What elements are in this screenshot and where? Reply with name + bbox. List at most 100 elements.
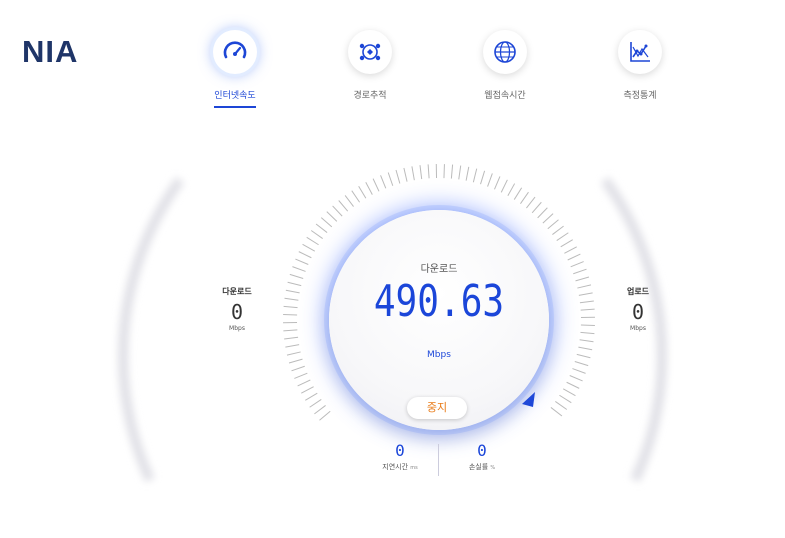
gauge-tick — [427, 164, 430, 179]
latency-unit: ms — [410, 465, 418, 471]
loss-label: 손실률 — [468, 463, 489, 471]
gauge-tick — [520, 191, 529, 204]
gauge-tick — [332, 205, 343, 217]
download-title: 다운로드 — [222, 287, 252, 296]
gauge-tick — [298, 251, 312, 259]
gauge-tick — [288, 358, 303, 364]
gauge-tick — [289, 273, 304, 279]
gauge-tick — [507, 183, 516, 197]
gauge-tick — [578, 292, 593, 296]
gauge-tick — [472, 168, 478, 183]
gauge-tick — [577, 284, 592, 289]
gauge-tick — [314, 405, 326, 415]
gauge-tick — [380, 175, 387, 189]
loss-value: 0 — [477, 441, 487, 460]
gauge-tick — [576, 353, 591, 359]
gauge-tick — [465, 166, 470, 181]
upload-unit: Mbps — [630, 325, 646, 332]
gauge-tick — [542, 213, 554, 224]
gauge-tick — [315, 223, 328, 233]
gauge-tick — [575, 276, 590, 282]
gauge-tick — [572, 368, 586, 374]
gauge-tick — [292, 266, 306, 272]
gauge-tick — [569, 375, 583, 382]
gauge-tick — [556, 232, 569, 242]
gauge-tick — [283, 329, 298, 332]
speed-unit: Mbps — [427, 350, 451, 360]
download-value: 0 — [230, 300, 244, 324]
gauge-tick — [358, 186, 367, 199]
gauge-tick — [550, 407, 563, 417]
gauge-tick — [309, 398, 322, 408]
gauge-tick — [285, 289, 300, 294]
gauge-tick — [480, 170, 486, 185]
download-panel: 다운로드 0 Mbps — [207, 286, 267, 332]
gauge-tick — [450, 164, 454, 179]
latency-value: 0 — [395, 441, 405, 460]
gauge-tick — [411, 166, 415, 181]
gauge-tick — [395, 169, 401, 184]
gauge-tick — [285, 344, 300, 348]
gauge-tick — [403, 167, 408, 182]
gauge-tick — [338, 200, 349, 212]
upload-panel: 업로드 0 Mbps — [608, 286, 668, 332]
gauge-tick — [305, 392, 318, 401]
loss-stat: 0 손실률 % — [447, 442, 517, 472]
gauge-label: 다운로드 — [420, 264, 458, 275]
gauge-tick — [320, 217, 333, 228]
gauge-tick — [579, 339, 594, 343]
gauge-tick — [319, 410, 331, 421]
speed-value: 490.63 — [373, 276, 505, 327]
stop-button[interactable]: 중지 — [407, 397, 467, 419]
gauge-tick — [365, 182, 373, 195]
gauge-tick — [310, 230, 323, 239]
gauge-tick — [564, 246, 577, 254]
gauge-tick — [286, 351, 301, 356]
gauge-tick — [552, 225, 564, 235]
gauge-tick — [580, 308, 595, 311]
gauge-tick — [351, 190, 361, 203]
gauge-tick — [283, 305, 298, 309]
gauge-tick — [513, 187, 523, 200]
upload-value: 0 — [631, 300, 645, 324]
gauge-tick — [419, 165, 423, 180]
gauge-tick — [579, 300, 594, 304]
gauge-tick — [291, 365, 305, 372]
gauge-tick — [531, 201, 542, 214]
latency-label: 지연시간 — [382, 463, 409, 471]
gauge-tick — [580, 331, 595, 335]
gauge-tick — [306, 236, 319, 246]
gauge-needle-marker — [522, 392, 535, 407]
gauge-tick — [294, 372, 308, 379]
gauge-tick — [287, 281, 302, 287]
gauge-tick — [574, 361, 589, 367]
speed-gauge-center: 다운로드 490.63 Mbps 중지 — [329, 210, 549, 430]
gauge-tick — [500, 179, 508, 193]
gauge-tick — [526, 196, 536, 209]
latency-stat: 0 지연시간 ms — [365, 442, 435, 472]
gauge-tick — [372, 178, 380, 192]
gauge-tick — [284, 297, 299, 301]
upload-title: 업로드 — [626, 287, 650, 296]
gauge-tick — [297, 379, 311, 387]
gauge-tick — [570, 261, 584, 268]
gauge-tick — [560, 239, 573, 248]
gauge-tick — [537, 207, 548, 219]
gauge-tick — [547, 219, 559, 230]
gauge-tick — [555, 401, 568, 410]
gauge-tick — [458, 165, 462, 180]
gauge-tick — [326, 211, 338, 222]
gauge-tick — [567, 253, 581, 261]
gauge-tick — [494, 176, 501, 190]
gauge-tick — [559, 394, 572, 404]
gauge-tick — [344, 195, 354, 207]
gauge-tick — [387, 172, 394, 186]
download-unit: Mbps — [229, 325, 245, 332]
gauge-tick — [566, 381, 580, 389]
gauge-tick — [562, 388, 576, 397]
gauge-tick — [487, 173, 493, 187]
gauge-tick — [301, 386, 314, 394]
gauge-tick — [578, 346, 593, 351]
stats-divider — [438, 444, 439, 476]
loss-unit: % — [490, 465, 496, 471]
